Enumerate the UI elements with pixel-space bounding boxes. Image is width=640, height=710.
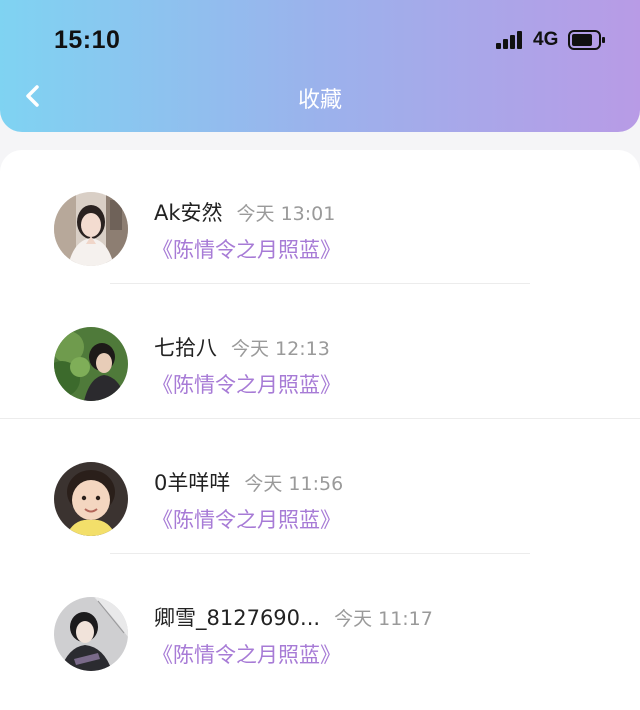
- favorites-list: Ak安然 今天 13:01 《陈情令之月照蓝》 七拾八 今天 12:13 《陈情令之…: [0, 150, 640, 710]
- status-time: 15:10: [54, 26, 121, 54]
- divider: [0, 418, 640, 419]
- work-title-link[interactable]: 《陈情令之月照蓝》: [152, 234, 341, 264]
- username: 卿雪_8127690...: [154, 606, 321, 630]
- divider: [110, 283, 530, 284]
- timestamp: 今天 12:13: [231, 338, 330, 360]
- nav-bar: 收藏: [0, 74, 640, 120]
- work-title-link[interactable]: 《陈情令之月照蓝》: [152, 639, 341, 669]
- divider: [110, 553, 530, 554]
- list-item[interactable]: 0羊咩咩 今天 11:56 《陈情令之月照蓝》: [0, 420, 640, 554]
- name-line: 0羊咩咩 今天 11:56: [154, 467, 343, 497]
- status-bar: 15:10 4G: [0, 0, 640, 80]
- avatar[interactable]: [54, 597, 128, 671]
- name-line: 卿雪_8127690... 今天 11:17: [154, 602, 433, 632]
- timestamp: 今天 11:56: [244, 473, 344, 495]
- timestamp: 今天 13:01: [236, 203, 336, 225]
- work-title-link[interactable]: 《陈情令之月照蓝》: [152, 504, 341, 534]
- timestamp: 今天 11:17: [334, 608, 433, 630]
- network-type: 4G: [533, 29, 559, 50]
- name-line: Ak安然 今天 13:01: [154, 197, 335, 227]
- list-item[interactable]: 七拾八 今天 12:13 《陈情令之月照蓝》: [0, 285, 640, 419]
- name-line: 七拾八 今天 12:13: [154, 332, 330, 362]
- username: Ak安然: [154, 201, 223, 225]
- username: 七拾八: [154, 336, 217, 360]
- page-title: 收藏: [297, 88, 342, 113]
- avatar[interactable]: [54, 192, 128, 266]
- header: 15:10 4G 收藏: [0, 0, 640, 132]
- list-item[interactable]: Ak安然 今天 13:01 《陈情令之月照蓝》: [0, 150, 640, 284]
- avatar[interactable]: [54, 327, 128, 401]
- battery-icon: [568, 30, 606, 50]
- list-item[interactable]: 卿雪_8127690... 今天 11:17 《陈情令之月照蓝》: [0, 555, 640, 689]
- avatar[interactable]: [54, 462, 128, 536]
- username: 0羊咩咩: [154, 471, 231, 495]
- signal-icon: [496, 31, 524, 49]
- work-title-link[interactable]: 《陈情令之月照蓝》: [152, 369, 341, 399]
